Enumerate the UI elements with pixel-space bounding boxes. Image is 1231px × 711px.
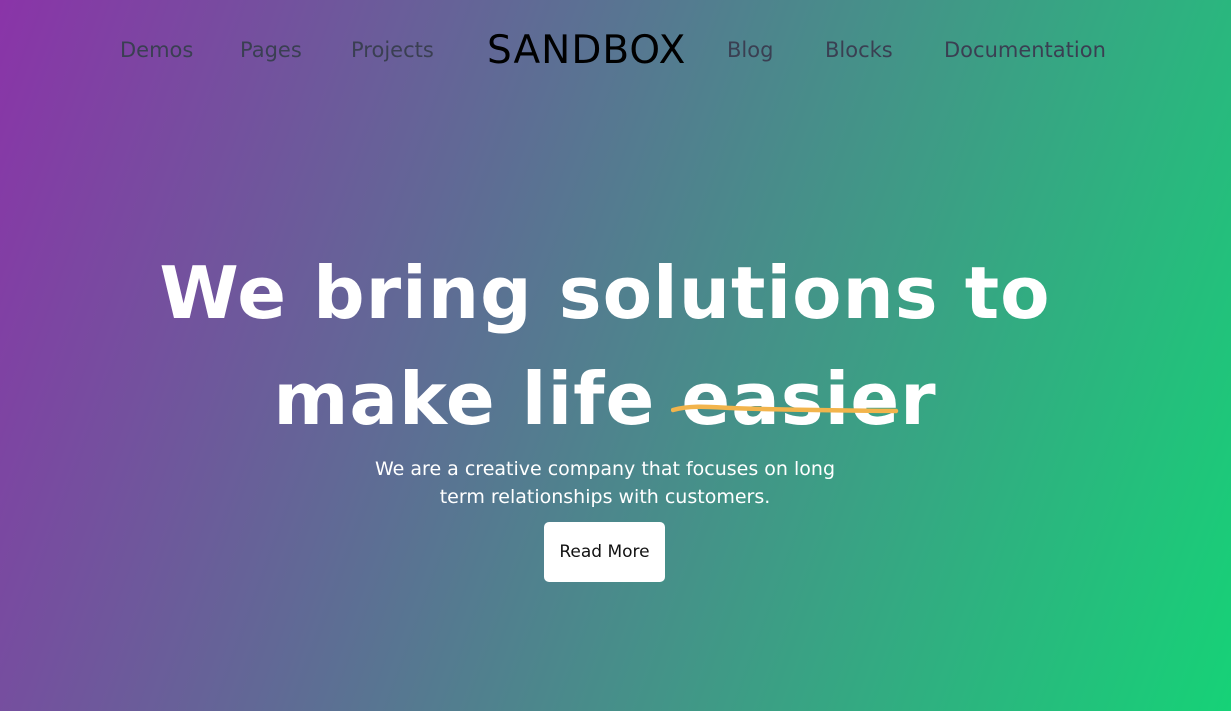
highlight-underline-icon: [671, 404, 899, 414]
hero-title: We bring solutions to make life easier: [0, 240, 1210, 452]
read-more-button[interactable]: Read More: [544, 522, 665, 582]
hero-subtitle: We are a creative company that focuses o…: [375, 458, 835, 508]
nav-link-pages[interactable]: Pages: [240, 38, 302, 62]
nav-link-projects[interactable]: Projects: [351, 38, 434, 62]
hero-title-line-2-prefix: make life: [273, 357, 682, 442]
hero-title-line-2: make life easier: [0, 346, 1210, 452]
hero-title-line-1: We bring solutions to: [159, 251, 1051, 336]
nav-link-blog[interactable]: Blog: [727, 38, 773, 62]
nav-link-documentation[interactable]: Documentation: [944, 38, 1106, 62]
nav-link-demos[interactable]: Demos: [120, 38, 193, 62]
site-logo[interactable]: SANDBOX: [487, 28, 686, 73]
main-navigation: Demos Pages Projects SANDBOX Blog Blocks…: [0, 0, 1231, 105]
nav-link-blocks[interactable]: Blocks: [825, 38, 893, 62]
